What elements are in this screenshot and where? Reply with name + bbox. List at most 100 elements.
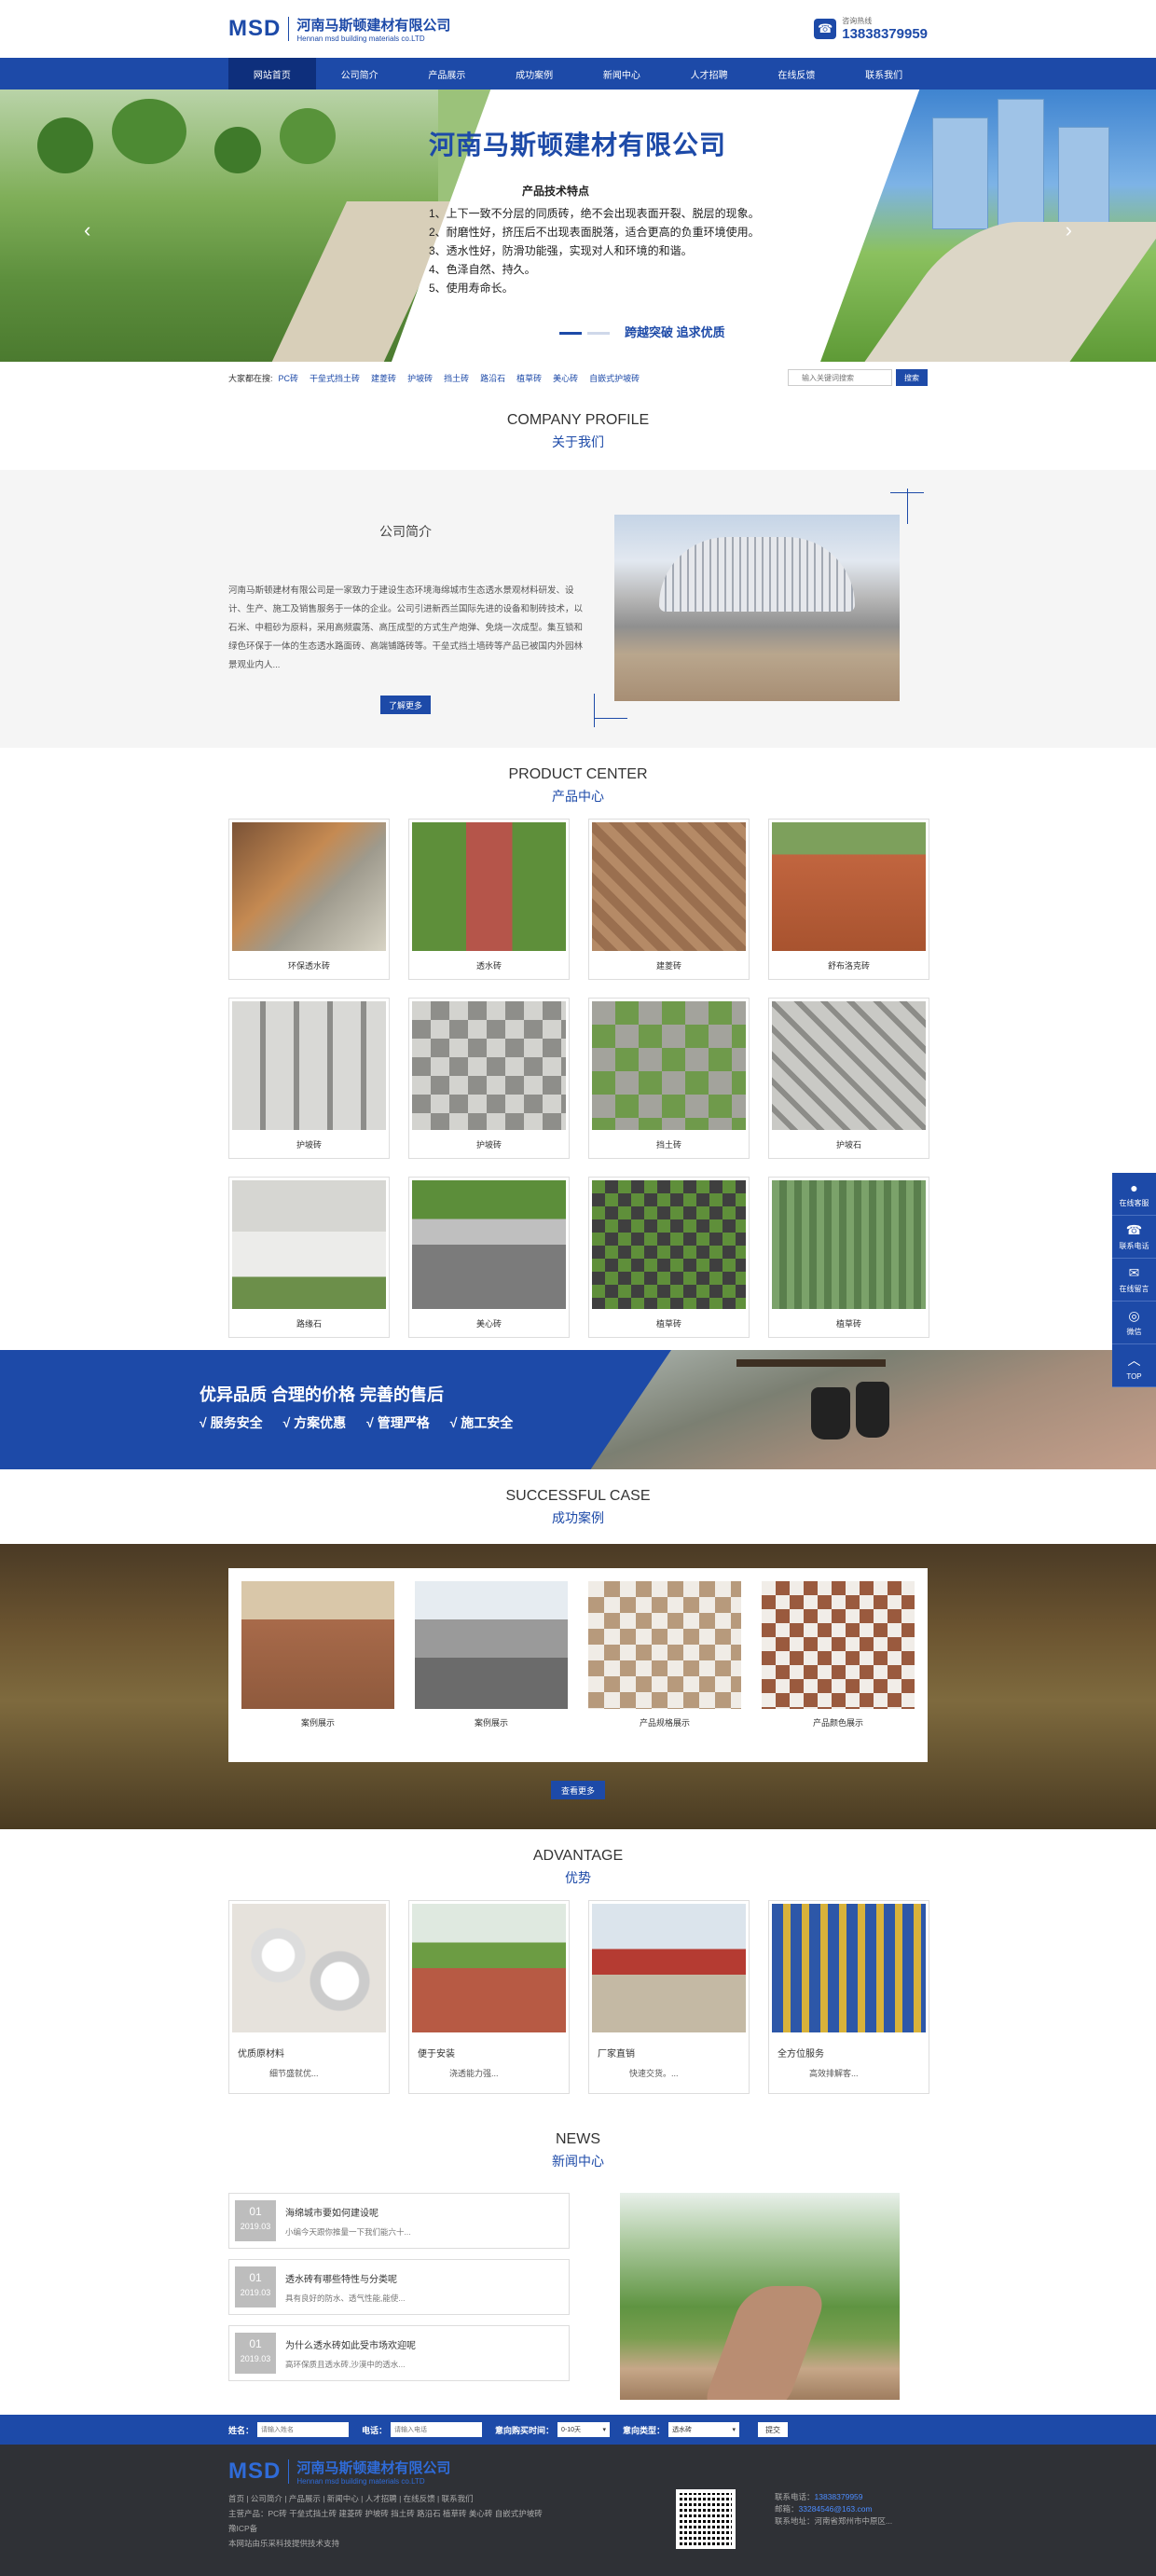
advantage-title: 便于安装 <box>418 2049 455 2059</box>
news-title[interactable]: 为什么透水砖如此受市场欢迎呢 <box>285 2337 416 2351</box>
nav-products[interactable]: 产品展示 <box>404 58 491 90</box>
hot-search-link[interactable]: 自嵌式护坡砖 <box>589 372 640 384</box>
banner-next-arrow[interactable]: › <box>1066 218 1072 242</box>
footer-nav-links[interactable]: 首页 | 公司简介 | 产品展示 | 新闻中心 | 人才招聘 | 在线反馈 | … <box>228 2491 601 2506</box>
nav-feedback[interactable]: 在线反馈 <box>753 58 841 90</box>
hot-search-link[interactable]: PC砖 <box>279 372 299 384</box>
product-card[interactable]: 挡土砖 <box>588 998 750 1159</box>
hot-search-link[interactable]: 美心砖 <box>553 372 578 384</box>
product-card[interactable]: 美心砖 <box>408 1177 570 1338</box>
product-card[interactable]: 植草砖 <box>588 1177 750 1338</box>
advantage-card[interactable]: 全方位服务 高效排解客... <box>768 1900 929 2094</box>
product-card[interactable]: 透水砖 <box>408 819 570 980</box>
banner-park-image <box>0 90 459 362</box>
phone-icon: ☎ <box>814 19 837 39</box>
case-card[interactable]: 案例展示 <box>241 1581 394 1729</box>
side-back-to-top[interactable]: ︿ TOP <box>1112 1344 1156 1387</box>
news-item[interactable]: 01 2019.03 海绵城市要如何建设呢 小编今天跟你推量一下我们能六十... <box>228 2193 570 2249</box>
advantage-card[interactable]: 优质原材料 细节盛就优... <box>228 1900 390 2094</box>
logo-text: 河南马斯顿建材有限公司 Hennan msd building material… <box>296 15 450 43</box>
product-label: 建菱砖 <box>655 961 681 971</box>
side-label: 微信 <box>1126 1328 1142 1336</box>
news-title[interactable]: 海绵城市要如何建设呢 <box>285 2205 411 2219</box>
side-online-service[interactable]: ● 在线客服 <box>1112 1173 1156 1216</box>
time-select[interactable]: 0-10天 ▾ <box>557 2422 611 2437</box>
case-card[interactable]: 产品颜色展示 <box>762 1581 915 1729</box>
top-icon: ︿ <box>1127 1352 1141 1368</box>
case-image <box>588 1581 741 1709</box>
news-desc: 小编今天跟你推量一下我们能六十... <box>285 2226 411 2237</box>
side-message[interactable]: ✉ 在线留言 <box>1112 1259 1156 1302</box>
banner-slogan: 跨越突破 追求优质 <box>625 325 725 339</box>
product-label: 护坡砖 <box>296 1140 322 1150</box>
search-input[interactable] <box>788 369 892 386</box>
banner-dot[interactable] <box>587 332 610 335</box>
about-more-button[interactable]: 了解更多 <box>380 696 431 714</box>
name-label: 姓名： <box>228 2425 255 2435</box>
banner-feature: 1、上下一致不分层的同质砖，绝不会出现表面开裂、脱层的现象。 <box>429 207 760 220</box>
chevron-down-icon: ▾ <box>602 2427 607 2433</box>
side-wechat[interactable]: ◎ 微信 <box>1112 1302 1156 1344</box>
site-logo[interactable]: MSD 河南马斯顿建材有限公司 Hennan msd building mate… <box>228 15 450 43</box>
banner-prev-arrow[interactable]: ‹ <box>84 218 90 242</box>
hot-search-link[interactable]: 路沿石 <box>480 372 505 384</box>
message-icon: ✉ <box>1128 1265 1140 1280</box>
product-label: 美心砖 <box>475 1319 502 1329</box>
hotline-label: 咨询热线 <box>842 17 873 25</box>
cases-more-button[interactable]: 查看更多 <box>551 1781 605 1799</box>
advantage-card[interactable]: 厂家直销 快速交货。... <box>588 1900 750 2094</box>
product-card[interactable]: 植草砖 <box>768 1177 929 1338</box>
side-phone[interactable]: ☎ 联系电话 <box>1112 1216 1156 1259</box>
product-image <box>412 1180 566 1309</box>
hot-search-link[interactable]: 护坡砖 <box>407 372 433 384</box>
news-day: 01 <box>249 2337 262 2350</box>
search-button[interactable]: 搜索 <box>896 369 928 386</box>
product-card[interactable]: 护坡砖 <box>228 998 390 1159</box>
advantage-desc: 浇透能力强... <box>449 2069 499 2078</box>
product-label: 植草砖 <box>835 1319 861 1329</box>
banner-feature: 2、耐磨性好，挤压后不出现表面脱落，适合更高的负重环境使用。 <box>429 226 760 239</box>
banner-features: 1、上下一致不分层的同质砖，绝不会出现表面开裂、脱层的现象。 2、耐磨性好，挤压… <box>429 204 802 297</box>
banner-dot[interactable] <box>559 332 582 335</box>
product-card[interactable]: 护坡石 <box>768 998 929 1159</box>
contact-address-label: 联系地址： <box>775 2516 815 2526</box>
contact-email[interactable]: 33284546@163.com <box>799 2504 873 2514</box>
news-item[interactable]: 01 2019.03 透水砖有哪些特性与分类呢 具有良好的防水、透气性能,能使... <box>228 2259 570 2315</box>
footer-products: 主营产品：PC砖 干垒式挡土砖 建菱砖 护坡砖 挡土砖 路沿石 植草砖 美心砖 … <box>228 2509 543 2518</box>
news-title-en: NEWS <box>556 2131 600 2147</box>
hot-search-link[interactable]: 植草砖 <box>516 372 542 384</box>
case-card[interactable]: 案例展示 <box>415 1581 568 1729</box>
product-image <box>592 822 746 951</box>
product-card[interactable]: 路缘石 <box>228 1177 390 1338</box>
hot-search-link[interactable]: 干垒式挡土砖 <box>310 372 360 384</box>
nav-cases[interactable]: 成功案例 <box>490 58 578 90</box>
product-card[interactable]: 舒布洛克砖 <box>768 819 929 980</box>
hot-search-link[interactable]: 建菱砖 <box>371 372 396 384</box>
contact-email-label: 邮箱： <box>775 2504 799 2514</box>
news-title[interactable]: 透水砖有哪些特性与分类呢 <box>285 2271 405 2285</box>
submit-button[interactable]: 提交 <box>758 2422 789 2437</box>
nav-about[interactable]: 公司简介 <box>316 58 404 90</box>
nav-jobs[interactable]: 人才招聘 <box>666 58 753 90</box>
news-date: 01 2019.03 <box>235 2200 276 2241</box>
footer-logo[interactable]: MSD 河南马斯顿建材有限公司 Hennan msd building mater… <box>228 2458 450 2486</box>
phone-input[interactable] <box>391 2422 483 2437</box>
nav-news[interactable]: 新闻中心 <box>578 58 666 90</box>
news-item[interactable]: 01 2019.03 为什么透水砖如此受市场欢迎呢 高环保质且透水砖,沙漠中的透水.… <box>228 2325 570 2381</box>
product-grid: 环保透水砖 透水砖 建菱砖 舒布洛克砖 护坡砖 护坡砖 挡土砖 护坡石 路缘石 … <box>228 819 929 1338</box>
case-card[interactable]: 产品规格展示 <box>588 1581 741 1729</box>
product-card[interactable]: 护坡砖 <box>408 998 570 1159</box>
nav-contact[interactable]: 联系我们 <box>840 58 928 90</box>
type-select[interactable]: 透水砖 ▾ <box>668 2422 740 2437</box>
name-input[interactable] <box>257 2422 350 2437</box>
promo-point: √ 管理严格 <box>366 1415 430 1430</box>
company-name-en: Hennan msd building materials co.LTD <box>296 34 425 43</box>
footer-icp[interactable]: 豫ICP备 <box>228 2521 601 2536</box>
product-card[interactable]: 建菱砖 <box>588 819 750 980</box>
advantage-card[interactable]: 便于安装浇透能力强... <box>408 1900 570 2094</box>
hot-search-link[interactable]: 挡土砖 <box>444 372 469 384</box>
advantage-desc: 快速交货。... <box>629 2069 679 2078</box>
advantage-image <box>412 1904 566 2032</box>
nav-home[interactable]: 网站首页 <box>228 58 316 90</box>
product-card[interactable]: 环保透水砖 <box>228 819 390 980</box>
